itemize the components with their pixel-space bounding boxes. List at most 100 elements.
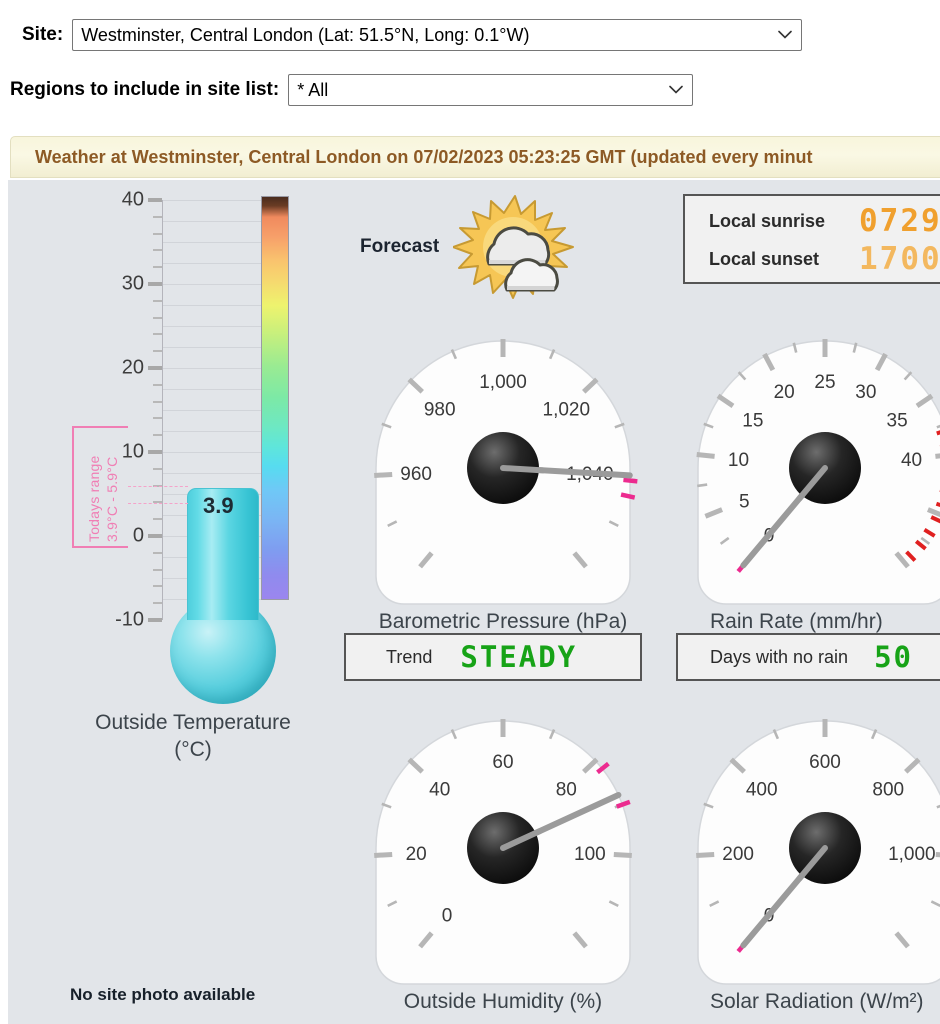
gauge-tick-major (696, 452, 715, 459)
thermometer-tick-minor (153, 383, 162, 386)
gauge-caption-outside-humidity: Outside Humidity (%) (403, 990, 603, 1013)
gauge-tick-label: 30 (855, 382, 876, 403)
gauge-caption-barometric-pressure: Barometric Pressure (hPa) (378, 610, 628, 633)
thermometer-tick-label: 20 (121, 356, 144, 379)
gauge-tick-label: 980 (424, 399, 456, 420)
site-select[interactable]: Westminster, Central London (Lat: 51.5°N… (72, 19, 803, 51)
days-with-no-rain-readout: Days with no rain 50 (676, 633, 940, 681)
thermometer-tick-major (148, 534, 162, 538)
gauge-tick-label: 1,020 (543, 399, 591, 420)
range-label: Todays range (86, 455, 102, 542)
thermometer-tick-major (148, 198, 162, 202)
sunrise-row: Local sunrise 0729 (709, 202, 940, 240)
gauge-tick-label: 20 (774, 382, 795, 403)
thermometer-tick-minor (153, 434, 162, 437)
thermometer-tick-minor (153, 333, 162, 336)
gauge-tick-label: 800 (872, 779, 904, 800)
todays-range-annotation: Todays range 3.9°C - 5.9°C (64, 426, 188, 548)
thermometer-tick-label: 40 (121, 188, 144, 211)
gauge-outside-humidity: 0 20 40 60 80 100 Outside Humidity (%) (358, 708, 648, 1014)
gauge-face-barometric-pressure: 9609801,0001,0201,040 (358, 328, 648, 608)
gauge-tick-label: 60 (492, 752, 513, 773)
gauge-tick-label: 1,000 (888, 844, 936, 865)
forecast-block: Forecast (360, 192, 610, 302)
thermometer-caption: Outside Temperature (°C) (48, 710, 338, 764)
days-with-no-rain-value: 50 (874, 640, 913, 674)
range-values: 3.9°C - 5.9°C (104, 456, 120, 542)
chevron-down-icon (778, 30, 792, 40)
site-selector-row: Site: Westminster, Central London (Lat: … (22, 19, 803, 51)
thermometer-tick-minor (153, 232, 162, 235)
sunset-row: Local sunset 1700 (709, 240, 940, 278)
gauge-tick-label: 25 (814, 372, 835, 393)
site-select-value: Westminster, Central London (Lat: 51.5°N… (81, 24, 530, 45)
gauge-caption-solar-radiation: Solar Radiation (W/m²) (710, 990, 924, 1013)
thermometer-scale: 40 30 20 10 0 -10 (115, 189, 162, 631)
thermometer-tick-minor (153, 299, 162, 302)
gauge-tick-label: 0 (442, 906, 453, 927)
thermometer-tick-minor (153, 568, 162, 571)
gauge-tick-major (374, 471, 393, 478)
gauge-threshold-marker (623, 477, 638, 484)
gauge-tick-label: 600 (809, 752, 841, 773)
region-label: Regions to include in site list: (10, 79, 280, 100)
region-selector-row: Regions to include in site list: * All (10, 74, 694, 106)
sunset-label: Local sunset (709, 248, 820, 269)
sunrise-label: Local sunrise (709, 210, 826, 231)
gauge-tick-label: 1,000 (479, 372, 527, 393)
gauge-barometric-pressure: 9609801,0001,0201,040 Barometric Pressur… (358, 328, 648, 634)
region-select-value: * All (297, 79, 329, 100)
thermometer-value: 3.9 (203, 493, 234, 518)
dashboard-panel: 40 30 20 10 0 -10 3.9 Todays range 3.9°C - 5.… (8, 180, 940, 1024)
gauge-tick-label: 200 (722, 844, 754, 865)
site-label: Site: (22, 24, 64, 45)
gauge-tick-label: 40 (901, 450, 922, 471)
outside-temperature-thermometer: 40 30 20 10 0 -10 3.9 Todays range 3.9°C - 5.… (48, 188, 338, 778)
sunrise-value: 0729 (859, 203, 940, 239)
gauge-tick-major (613, 851, 632, 858)
thermometer-caption-line2: (°C) (174, 737, 212, 761)
thermometer-tick-label: 30 (121, 272, 144, 295)
thermometer-tick-label: -10 (115, 608, 144, 631)
gauge-tick-label: 35 (887, 410, 908, 431)
chevron-down-icon (669, 85, 684, 95)
gauge-face-solar-radiation: 02004006008001,000 (680, 708, 940, 988)
gauge-tick-label: 100 (574, 844, 606, 865)
gauge-tick-label: 960 (400, 464, 432, 485)
thermometer-tick-major (148, 450, 162, 454)
gauge-tick-label: 80 (556, 779, 577, 800)
forecast-label: Forecast (360, 236, 440, 257)
banner-title: Weather at Westminster, Central London o… (35, 146, 813, 167)
thermometer-tick-minor (153, 585, 162, 588)
gauge-needle-overlay (500, 465, 546, 474)
thermometer-tick-minor (153, 518, 162, 521)
trend-value: STEADY (460, 640, 578, 674)
thermometer-tick-minor (153, 551, 162, 554)
region-select[interactable]: * All (288, 74, 694, 106)
gauge-threshold-marker (620, 492, 636, 500)
days-with-no-rain-label: Days with no rain (710, 646, 849, 667)
thermometer-tick-minor (153, 400, 162, 403)
gauge-tick-major (374, 851, 393, 858)
weather-banner: Weather at Westminster, Central London o… (10, 136, 940, 178)
trend-readout: Trend STEADY (344, 633, 642, 681)
gauge-tick-label: 5 (739, 492, 750, 513)
no-site-photo-text: No site photo available (70, 985, 256, 1004)
temperature-color-scale (261, 196, 289, 600)
thermometer-tick-minor (153, 350, 162, 353)
gauge-tick-major (935, 453, 940, 459)
gauge-tick-label: 400 (746, 779, 778, 800)
gauge-tick-label: 10 (728, 450, 749, 471)
gauge-tick-major (935, 851, 940, 858)
weather-dashboard-page: Site: Westminster, Central London (Lat: … (0, 0, 940, 1024)
gauge-tick-label: 40 (429, 779, 450, 800)
thermometer-tick-major (148, 618, 162, 622)
thermometer-tick-major (148, 366, 162, 370)
thermometer-tick-minor (153, 467, 162, 470)
gauge-tick-label: 20 (406, 844, 427, 865)
gauge-face-outside-humidity: 0 20 40 60 80 100 (358, 708, 648, 988)
range-guide-line (128, 486, 188, 488)
gauge-tick-label: 15 (742, 410, 763, 431)
trend-label: Trend (386, 646, 433, 667)
thermometer-tick-minor (153, 215, 162, 218)
